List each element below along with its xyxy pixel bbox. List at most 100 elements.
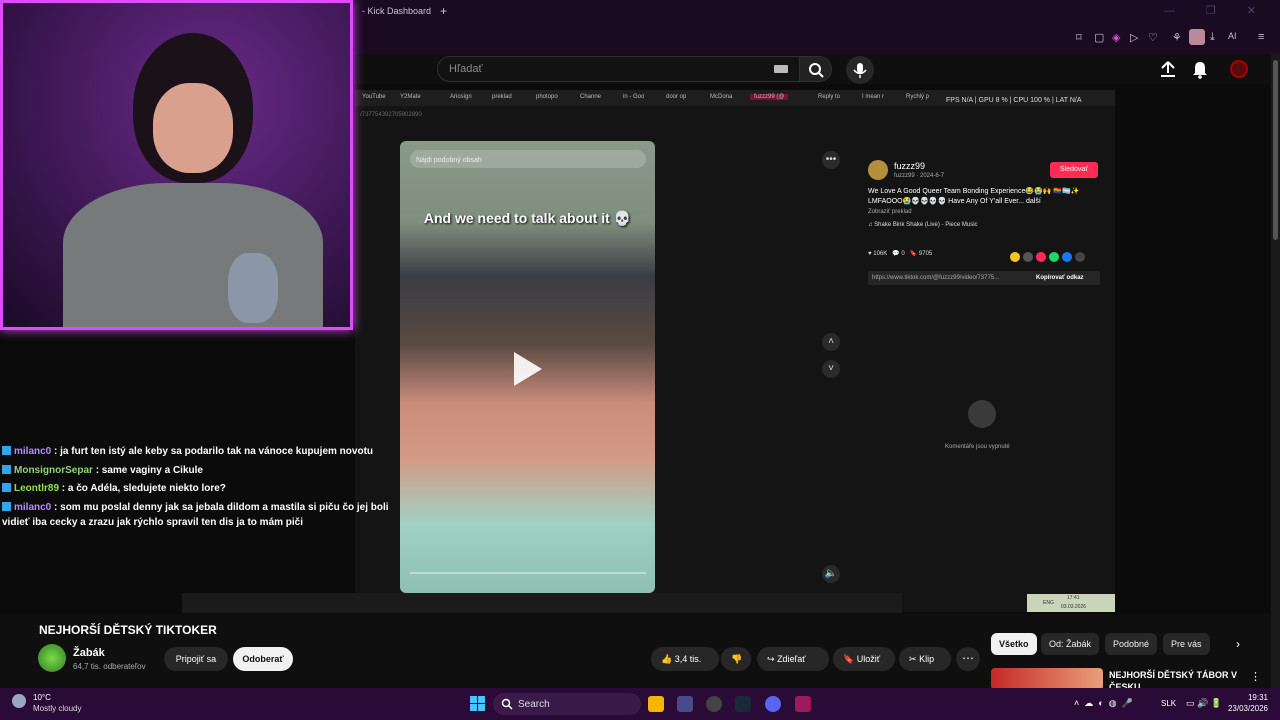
chat-username: MonsignorSepar <box>14 464 93 476</box>
tiktok-post-meta: fuzzz99 · 2024-6-7 <box>894 173 945 179</box>
webcam-overlay <box>0 0 353 330</box>
system-tray-icons[interactable]: ˄ ☁ ◐ ◍ 🎤 <box>1074 698 1133 709</box>
keyboard-icon[interactable] <box>774 65 788 73</box>
windows-start-button[interactable] <box>470 696 486 712</box>
search-button[interactable] <box>800 56 832 82</box>
chevron-right-icon[interactable]: › <box>1236 637 1240 651</box>
send-icon <box>1036 252 1046 262</box>
save-button[interactable]: 🔖 Uložiť <box>833 647 895 671</box>
tiktok-comments: 💬 0 <box>892 251 905 257</box>
recommended-menu-icon[interactable]: ⋮ <box>1250 670 1261 683</box>
download-icon[interactable]: ⤓ <box>1210 31 1215 44</box>
menu-icon[interactable]: ≡ <box>1258 31 1264 43</box>
captured-tab: door op <box>666 94 687 100</box>
chevron-up-icon: ˄ <box>822 333 840 351</box>
clock-time[interactable]: 19:31 <box>1246 693 1268 702</box>
more-actions-button[interactable]: ⋯ <box>956 647 980 671</box>
recommended-thumbnail[interactable] <box>991 668 1103 690</box>
clip-label: Klip <box>919 654 935 664</box>
channel-name[interactable]: Žabák <box>73 647 105 659</box>
window-controls[interactable]: — ❐ ✕ <box>1164 4 1270 17</box>
captured-tab: YouTube <box>362 94 386 100</box>
profile-avatar[interactable] <box>1189 29 1205 45</box>
chip-from-channel[interactable]: Od: Žabák <box>1041 633 1100 655</box>
captured-date: 03.03.2026 <box>1061 604 1087 610</box>
ai-button[interactable]: AI <box>1228 31 1237 41</box>
chat-message-continued: vidieť iba cecky a zrazu jak rýchlo spra… <box>2 517 382 529</box>
scrollbar-thumb[interactable] <box>1273 60 1278 240</box>
video-title: NEJHORŠÍ DĚTSKÝ TIKTOKER <box>39 623 217 637</box>
upload-icon[interactable] <box>1158 60 1178 78</box>
screenshot-icon[interactable]: ▢ <box>1094 31 1104 44</box>
extensions-icon[interactable]: ⚘ <box>1172 31 1182 44</box>
streamer-body <box>63 183 323 327</box>
weather-temperature[interactable]: 10°C <box>33 693 51 702</box>
file-explorer-icon[interactable] <box>648 696 664 712</box>
chrome-icon[interactable] <box>706 696 722 712</box>
bookmark-icon: 🔖 <box>843 654 855 664</box>
tiktok-follow-button: Sledovať <box>1050 162 1098 178</box>
captured-tab: preklad <box>492 94 512 100</box>
tiktok-username: fuzzz99 <box>894 161 926 171</box>
like-button[interactable]: 👍 3,4 tis. <box>651 647 719 671</box>
taskbar-search-label: Search <box>518 699 550 710</box>
weather-description[interactable]: Mostly cloudy <box>33 704 81 713</box>
thumbs-down-icon: 👎 <box>731 654 743 664</box>
taskbar-search[interactable] <box>493 693 641 715</box>
chip-related[interactable]: Podobné <box>1105 633 1158 655</box>
play-extension-icon[interactable]: ▷ <box>1130 31 1138 44</box>
clip-button[interactable]: ✂ Klip <box>899 647 951 671</box>
more-options-icon: ••• <box>822 151 840 169</box>
chip-all[interactable]: Všetko <box>991 633 1037 655</box>
chat-text: : som mu poslal denny jak sa jebala dild… <box>54 501 389 513</box>
chat-message: MonsignorSepar : same vaginy a Cikule <box>2 462 382 481</box>
discord-icon[interactable] <box>765 696 781 712</box>
chat-badge-icon <box>2 464 11 474</box>
tiktok-likes: ♥ 106K <box>868 251 888 257</box>
heart-icon[interactable]: ♡ <box>1148 31 1158 44</box>
share-icon: ↪ <box>767 654 775 664</box>
streamer-face <box>153 83 233 173</box>
thumbs-up-icon: 👍 <box>661 654 673 664</box>
channel-avatar[interactable] <box>38 644 66 672</box>
stream-chat-overlay: milanc0 : ja furt ten istý ale keby sa p… <box>2 443 389 529</box>
chat-text: : same vaginy a Cikule <box>95 464 203 476</box>
clock-date[interactable]: 23/03/2026 <box>1223 704 1268 713</box>
tiktok-stats: ♥ 106K 💬 0 🔖 9705 <box>868 250 932 257</box>
voice-search-button[interactable] <box>846 56 874 84</box>
share-emoji-icon <box>1010 252 1020 262</box>
captured-tab: Ariosign <box>450 94 472 100</box>
share-label: Zdieľať <box>777 654 806 664</box>
search-input[interactable] <box>437 56 800 82</box>
tiktok-copy-link: Kopírovať odkaz <box>1036 275 1084 281</box>
weather-cloud-icon[interactable] <box>12 694 26 708</box>
browser-app-icon[interactable] <box>795 696 811 712</box>
captured-tab: photopo <box>536 94 558 100</box>
tiktok-music: ♫ Shake Bink Shake (Live) - Piece Music <box>868 222 978 228</box>
captured-tab: Channe <box>580 94 602 100</box>
tiktok-progress-bar <box>410 572 646 574</box>
microphone <box>228 253 278 323</box>
browser-tab-kick-dashboard[interactable]: - Kick Dashboard <box>362 6 431 16</box>
notifications-bell-icon[interactable] <box>1190 59 1210 79</box>
tiktok-user-avatar <box>868 160 888 180</box>
join-button[interactable]: Pripojiť sa <box>164 647 228 671</box>
input-language[interactable]: SLK <box>1161 699 1176 708</box>
captured-clock: ENG 17:41 03.03.2026 <box>1027 594 1115 612</box>
share-button[interactable]: ↪ Zdieľať <box>757 647 829 671</box>
recommended-title[interactable]: NEJHORŠÍ DĚTSKÝ TÁBOR V ČESKU <box>1109 669 1239 689</box>
performance-overlay: FPS N/A | GPU 8 % | CPU 100 % | LAT N/A <box>946 97 1082 104</box>
subscriber-count: 64,7 tis. odberateľov <box>73 662 146 671</box>
shield-extension-icon[interactable]: ◈ <box>1112 31 1120 44</box>
bookmark-icon[interactable]: ⌑ <box>1076 31 1082 44</box>
mic-icon <box>853 63 867 78</box>
dislike-button[interactable]: 👎 <box>721 647 751 671</box>
new-tab-button[interactable]: + <box>440 4 447 18</box>
captured-tab: McDona <box>710 94 733 100</box>
steam-icon[interactable] <box>735 696 751 712</box>
subscribe-button[interactable]: Odoberať <box>233 647 293 671</box>
account-avatar[interactable] <box>1230 60 1248 78</box>
network-volume-icons[interactable]: ▭ 🔊 🔋 <box>1186 698 1222 709</box>
store-icon[interactable] <box>677 696 693 712</box>
chip-for-you[interactable]: Pre vás <box>1163 633 1210 655</box>
